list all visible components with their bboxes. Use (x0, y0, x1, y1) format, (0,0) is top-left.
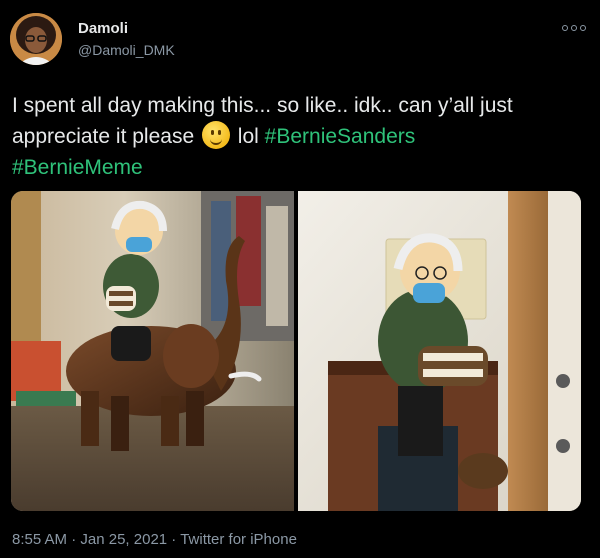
tweet-meta: 8:55 AM · Jan 25, 2021 · Twitter for iPh… (12, 531, 297, 548)
photo-doll-on-elephant[interactable] (11, 191, 294, 511)
hashtag-berniesanders[interactable]: #BernieSanders (265, 125, 416, 148)
tweet-text-part2: lol (231, 125, 265, 148)
meta-separator: · (167, 531, 181, 548)
more-options-icon[interactable] (562, 22, 586, 34)
tweet-source[interactable]: Twitter for iPhone (180, 531, 297, 548)
tweet-date[interactable]: Jan 25, 2021 (80, 531, 167, 548)
tweet-card: Damoli @Damoli_DMK I spent all day makin… (0, 0, 600, 558)
tweet-time[interactable]: 8:55 AM (12, 531, 67, 548)
slightly-smiling-face-emoji-icon (201, 121, 230, 149)
tweet-text: I spent all day making this... so like..… (12, 90, 582, 183)
media-grid (11, 191, 581, 511)
photo-doll-on-box[interactable] (298, 191, 581, 511)
photo-doll-on-elephant-image (11, 191, 294, 511)
avatar[interactable] (10, 13, 62, 65)
hashtag-berniememe[interactable]: #BernieMeme (12, 156, 143, 179)
author-name[interactable]: Damoli (78, 20, 128, 37)
author-handle[interactable]: @Damoli_DMK (78, 42, 175, 58)
avatar-image (10, 13, 62, 65)
photo-doll-on-box-image (298, 191, 581, 511)
meta-separator: · (67, 531, 81, 548)
